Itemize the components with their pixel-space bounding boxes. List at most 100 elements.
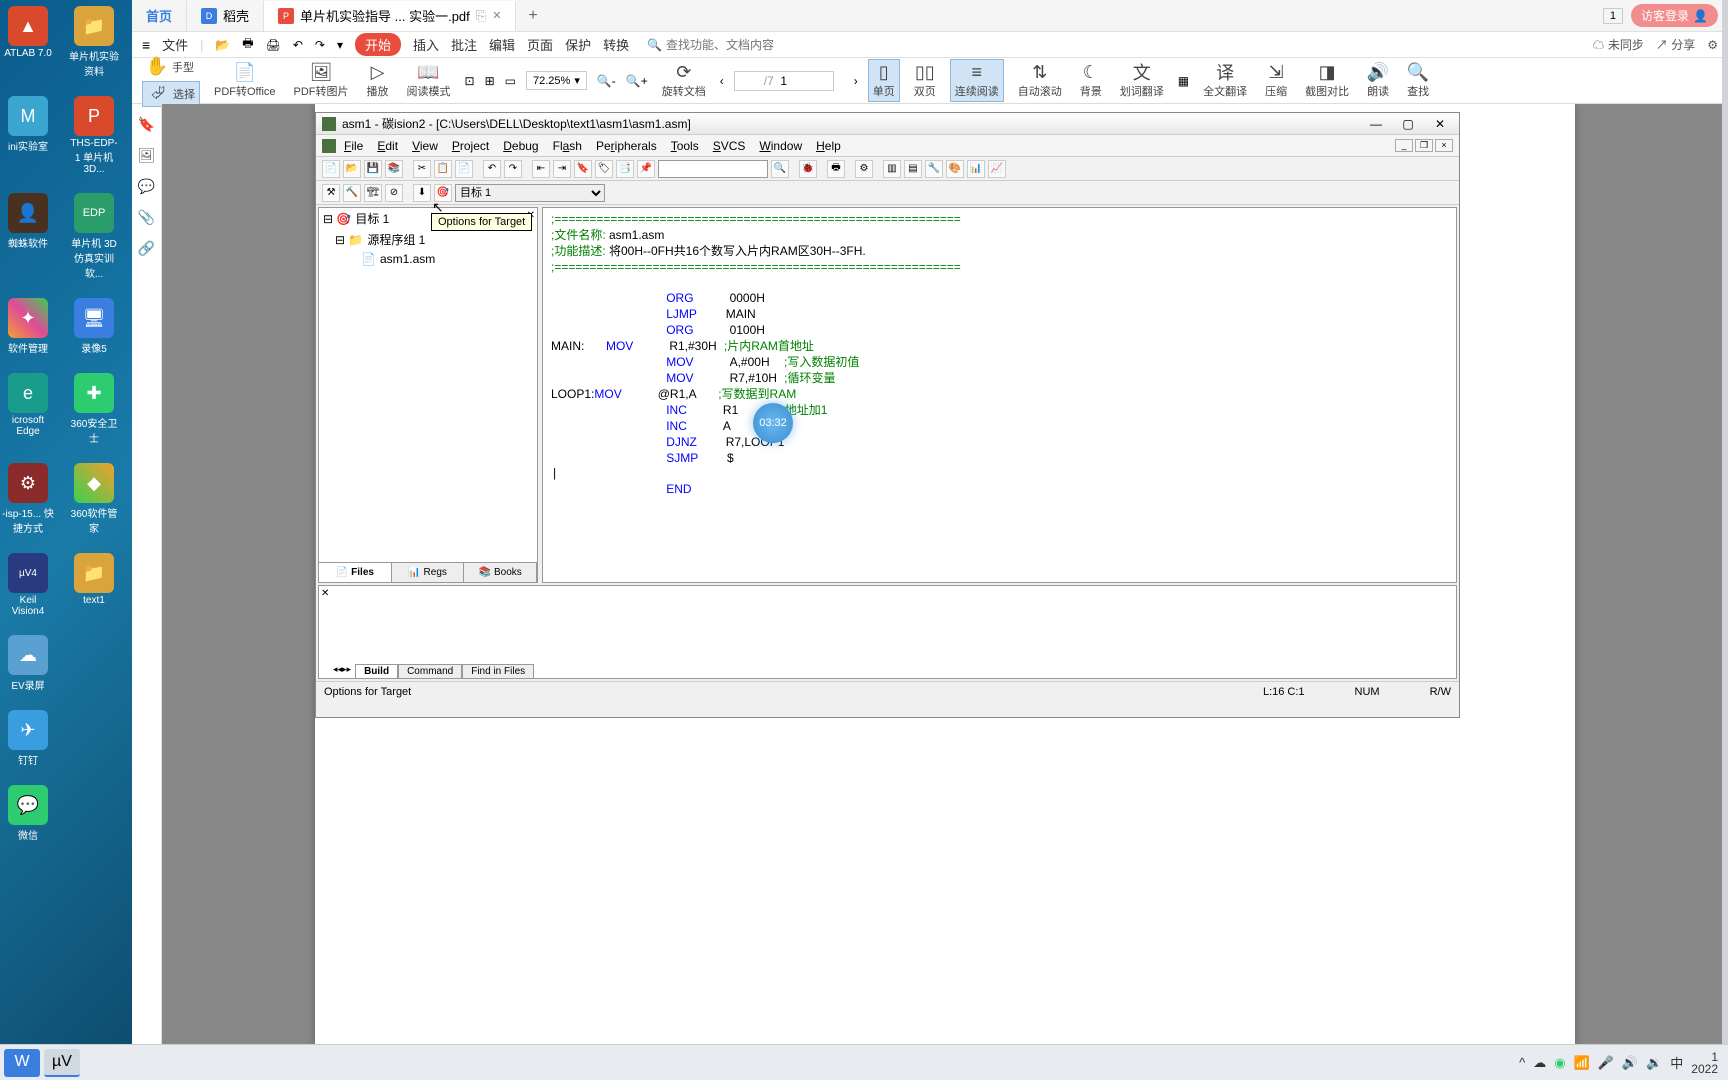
desktop-icon-matlab[interactable]: ▲ATLAB 7.0 [0, 4, 56, 80]
output-tab-build[interactable]: Build [355, 664, 398, 678]
undo2-icon[interactable]: ↶ [483, 160, 501, 178]
select-tool[interactable]: ⮰选择 [142, 81, 200, 107]
continuous-read[interactable]: ≡连续阅读 [950, 59, 1004, 102]
wps-tab-pdf[interactable]: P单片机实验指导 ... 实验一.pdf ⎘ ✕ [264, 1, 516, 31]
zoom-out-icon[interactable]: 🔍- [597, 74, 616, 88]
close-tab-icon[interactable]: ✕ [492, 9, 501, 22]
tool3-icon[interactable]: 📊 [967, 160, 985, 178]
bookmark2-icon[interactable]: 🏷 [595, 160, 613, 178]
copy-icon[interactable]: 📋 [434, 160, 452, 178]
mdi-minimize-icon[interactable]: _ [1395, 139, 1413, 152]
tray-wifi-icon[interactable]: 📶 [1574, 1055, 1590, 1071]
desktop-icon-ths[interactable]: PTHS-EDP-1 单片机3D... [66, 94, 122, 177]
keil-menu-tools[interactable]: Tools [665, 137, 705, 155]
output-tab-command[interactable]: Command [398, 664, 462, 678]
tree-tab-files[interactable]: 📄 Files [319, 563, 392, 582]
search-input[interactable] [666, 38, 786, 52]
zoom-in-icon[interactable]: 🔍+ [626, 74, 648, 88]
open-file-icon[interactable]: 📂 [343, 160, 361, 178]
share-button[interactable]: ↗ 分享 [1656, 36, 1695, 53]
stop-build-icon[interactable]: ⊘ [385, 184, 403, 202]
keil-menu-view[interactable]: View [406, 137, 444, 155]
full-translate[interactable]: 译全文翻译 [1199, 60, 1251, 101]
fit-page-icon[interactable]: ⊞ [485, 74, 495, 88]
download-icon[interactable]: ⬇ [413, 184, 431, 202]
save-all-icon[interactable]: 📚 [385, 160, 403, 178]
hamburger-icon[interactable]: ≡ [142, 37, 150, 53]
menu-convert[interactable]: 转换 [603, 35, 629, 54]
tab-pin-icon[interactable]: ⎘ [476, 8, 486, 24]
prev-page-icon[interactable]: ‹ [720, 74, 724, 88]
attachment-icon[interactable]: 📎 [138, 209, 155, 226]
sync-status[interactable]: ☁ 未同步 [1593, 36, 1644, 53]
tray-onedrive-icon[interactable]: ☁ [1533, 1055, 1546, 1071]
auto-scroll[interactable]: ⇅自动滚动 [1014, 60, 1066, 101]
win1-icon[interactable]: ▥ [883, 160, 901, 178]
tool2-icon[interactable]: 🎨 [946, 160, 964, 178]
output-tab-find[interactable]: Find in Files [462, 664, 534, 678]
menu-page[interactable]: 页面 [527, 35, 553, 54]
read-aloud[interactable]: 🔊朗读 [1363, 60, 1393, 101]
indent-right-icon[interactable]: ⇥ [553, 160, 571, 178]
thumbnail-icon[interactable]: 🖼 [138, 147, 156, 164]
tree-tab-regs[interactable]: 📊 Regs [392, 563, 465, 582]
bookmark3-icon[interactable]: 📑 [616, 160, 634, 178]
bookmark1-icon[interactable]: 🔖 [574, 160, 592, 178]
undo-icon[interactable]: ↶ [293, 38, 303, 52]
single-page[interactable]: ▯单页 [868, 59, 900, 102]
desktop-icon-record5[interactable]: 🖥录像5 [66, 296, 122, 357]
open-icon[interactable]: 📂 [215, 38, 230, 52]
output-window[interactable]: ✕ ◂◂▸▸ Build Command Find in Files [318, 585, 1457, 679]
background[interactable]: ☾背景 [1076, 60, 1106, 101]
settings-icon[interactable]: ⚙ [1707, 38, 1718, 52]
comment-icon[interactable]: 💬 [138, 178, 155, 195]
next-page-icon[interactable]: › [854, 74, 858, 88]
desktop-icon-isp[interactable]: ⚙-isp-15... 快捷方式 [0, 461, 56, 537]
keil-menu-peripherals[interactable]: Peripherals [590, 137, 663, 155]
desktop-icon-text1[interactable]: 📁text1 [66, 551, 122, 619]
new-tab-button[interactable]: + [516, 7, 549, 25]
desktop-icon-swmgr[interactable]: ✦软件管理 [0, 296, 56, 357]
play-button[interactable]: ▷播放 [363, 60, 393, 101]
desktop-icon-edge[interactable]: eicrosoft Edge [0, 371, 56, 447]
win2-icon[interactable]: ▤ [904, 160, 922, 178]
save-icon[interactable]: 💾 [364, 160, 382, 178]
print-icon[interactable]: 🖶 [242, 34, 253, 55]
tray-up-icon[interactable]: ^ [1519, 1055, 1525, 1070]
config-icon[interactable]: ⚙ [855, 160, 873, 178]
keil-menu-svcs[interactable]: SVCS [707, 137, 752, 155]
target-select[interactable]: 目标 1 [455, 184, 605, 202]
tray-360-icon[interactable]: ◉ [1554, 1055, 1565, 1071]
link-icon[interactable]: 🔗 [138, 240, 155, 257]
paste-icon[interactable]: 📄 [455, 160, 473, 178]
compare[interactable]: ◨截图对比 [1301, 60, 1353, 101]
desktop-icon-360sw[interactable]: ◆360软件管家 [66, 461, 122, 537]
desktop-icon-keil[interactable]: µV4Keil Vision4 [0, 551, 56, 619]
redo2-icon[interactable]: ↷ [504, 160, 522, 178]
menu-annotate[interactable]: 批注 [451, 35, 477, 54]
build-all-icon[interactable]: 🏗 [364, 184, 382, 202]
desktop-icon-edp[interactable]: EDP单片机 3D仿真实训软... [66, 191, 122, 282]
dropdown-icon[interactable]: ▾ [337, 38, 343, 52]
new-file-icon[interactable]: 📄 [322, 160, 340, 178]
print3-icon[interactable]: 🖶 [827, 160, 845, 178]
tray-ime[interactable]: 中 [1670, 1053, 1683, 1072]
wps-tab-docer[interactable]: D稻壳 [187, 1, 264, 31]
hand-tool[interactable]: ✋手型 [142, 55, 200, 79]
code-editor[interactable]: ;=======================================… [542, 207, 1457, 583]
desktop-icon-360safe[interactable]: ✚360安全卫士 [66, 371, 122, 447]
desktop-icon-wechat[interactable]: 💬微信 [0, 783, 56, 844]
redo-icon[interactable]: ↷ [315, 38, 325, 52]
keil-menu-edit[interactable]: Edit [371, 137, 404, 155]
pdf-to-image[interactable]: 🖼PDF转图片 [290, 60, 353, 101]
mdi-restore-icon[interactable]: ❐ [1415, 139, 1433, 152]
fit-width-icon[interactable]: ⊡ [465, 74, 475, 88]
document-viewport[interactable]: asm1 - 碳ision2 - [C:\Users\DELL\Desktop\… [162, 104, 1728, 1046]
menu-start[interactable]: 开始 [355, 33, 401, 56]
desktop-icon-folder1[interactable]: 📁单片机实验资料 [66, 4, 122, 80]
debug-icon[interactable]: 🐞 [799, 160, 817, 178]
find[interactable]: 🔍查找 [1403, 60, 1433, 101]
rebuild-icon[interactable]: 🔨 [343, 184, 361, 202]
tray-vol2-icon[interactable]: 🔉 [1646, 1055, 1662, 1071]
tray-mic-icon[interactable]: 🎤 [1598, 1055, 1614, 1071]
